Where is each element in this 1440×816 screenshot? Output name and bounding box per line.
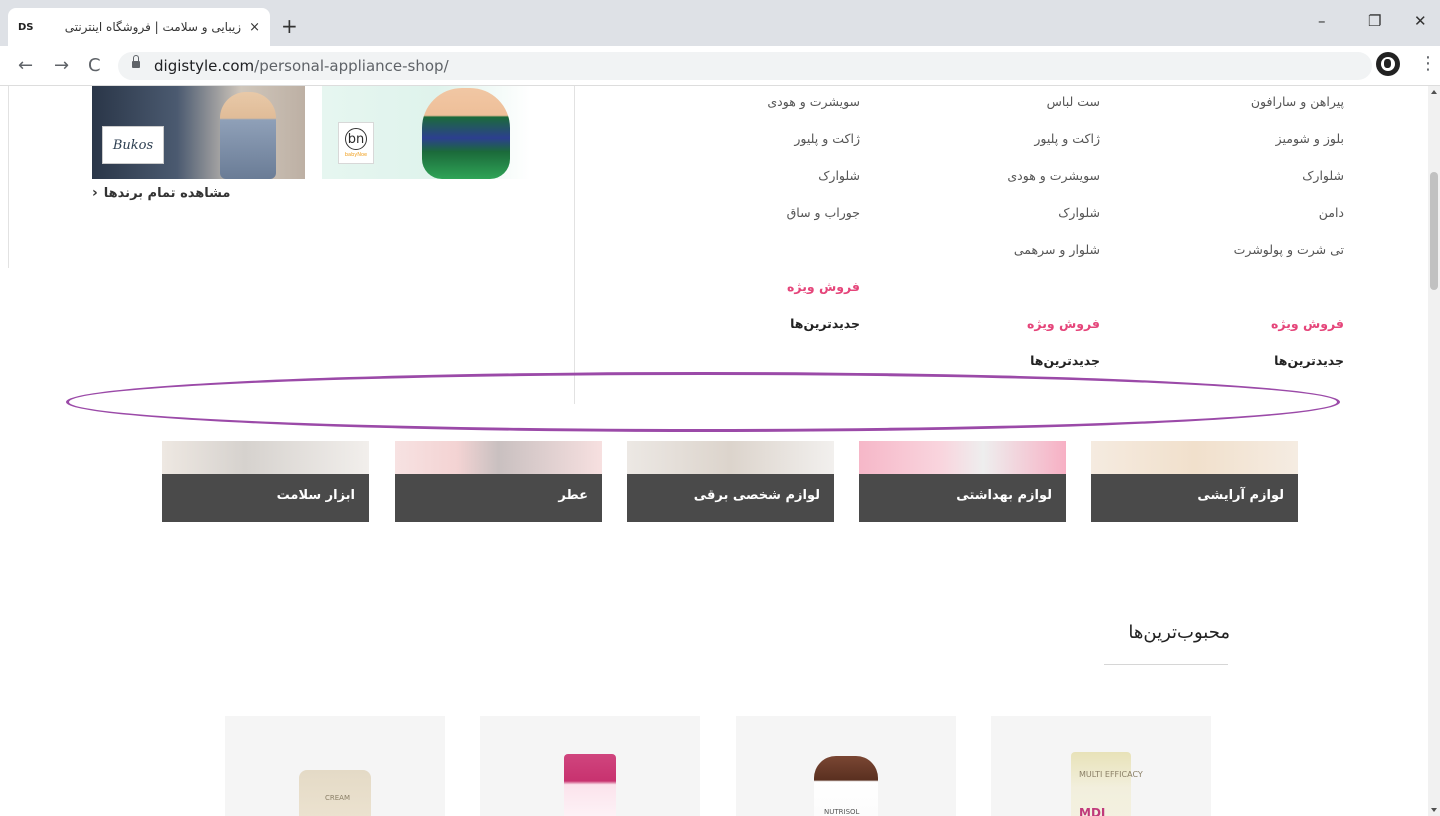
product-image-brand: MDI (1079, 806, 1106, 816)
product-card[interactable] (480, 716, 700, 816)
menu-item-sale[interactable]: فروش ویژه (1164, 314, 1344, 351)
mega-menu: Bukos bn babyNoe مشاهده تمام برندها ‹ پی… (0, 86, 1428, 406)
minimize-icon[interactable]: – (1318, 12, 1326, 30)
product-image-brand: NUTRISOL (824, 808, 860, 816)
menu-item-sale[interactable]: فروش ویژه (920, 314, 1100, 351)
browser-tab[interactable]: DS زیبایی و سلامت | فروشگاه اینترنتی × (8, 8, 270, 46)
product-image (299, 770, 371, 816)
menu-item[interactable]: دامن (1164, 203, 1344, 240)
forward-arrow-icon[interactable]: → (54, 55, 69, 76)
new-tab-icon[interactable]: + (281, 14, 298, 38)
menu-item[interactable]: ژاکت و پلیور (920, 129, 1100, 166)
product-image-brand: CREAM (325, 794, 351, 802)
scrollbar-thumb[interactable] (1430, 172, 1438, 290)
product-image (564, 754, 616, 816)
menu-left-border (8, 86, 9, 268)
menu-column: سویشرت و هودی ژاکت و پلیور شلوارک جوراب … (680, 92, 860, 351)
menu-item[interactable]: جوراب و ساق (680, 203, 860, 240)
browser-menu-icon[interactable]: ⋮ (1419, 53, 1437, 74)
browser-tab-strip: DS زیبایی و سلامت | فروشگاه اینترنتی × +… (0, 0, 1440, 46)
window-close-icon[interactable]: ✕ (1414, 12, 1427, 30)
restore-icon[interactable]: ❐ (1368, 12, 1381, 30)
category-image (859, 441, 1066, 474)
category-label: عطر (395, 474, 602, 522)
banner-photo (220, 92, 276, 179)
product-card[interactable]: NUTRISOL (736, 716, 956, 816)
bukos-logo: Bukos (102, 126, 164, 164)
category-tile[interactable]: عطر (395, 441, 602, 522)
bn-logo: bn babyNoe (338, 122, 374, 164)
menu-item-newest[interactable]: جدیدترین‌ها (920, 351, 1100, 388)
brand-banner-bukos[interactable]: Bukos (92, 86, 305, 179)
brand-banner-bn[interactable]: bn babyNoe (322, 86, 530, 179)
chevron-left-icon: ‹ (92, 185, 98, 201)
scroll-down-icon[interactable] (1431, 808, 1437, 812)
category-tile[interactable]: لوازم شخصی برقی (627, 441, 834, 522)
all-brands-link[interactable]: مشاهده تمام برندها ‹ (92, 185, 230, 201)
menu-spacer (1164, 277, 1344, 314)
product-image-text: MULTI EFFICACY (1079, 770, 1143, 779)
page-scrollbar[interactable] (1428, 86, 1440, 816)
category-image (162, 441, 369, 474)
menu-item[interactable]: پیراهن و سارافون (1164, 92, 1344, 129)
category-tile[interactable]: لوازم آرایشی (1091, 441, 1298, 522)
menu-item-newest[interactable]: جدیدترین‌ها (680, 314, 860, 351)
menu-divider (574, 86, 575, 404)
menu-item[interactable]: شلوارک (1164, 166, 1344, 203)
profile-avatar-icon[interactable] (1376, 52, 1400, 76)
category-tile[interactable]: ابزار سلامت (162, 441, 369, 522)
category-image (627, 441, 834, 474)
url-text: digistyle.com/personal-appliance-shop/ (154, 57, 449, 75)
tab-title: زیبایی و سلامت | فروشگاه اینترنتی (64, 20, 242, 34)
section-title: محبوب‌ترین‌ها (1128, 622, 1230, 643)
menu-item[interactable]: ژاکت و پلیور (680, 129, 860, 166)
reload-icon[interactable]: C (88, 55, 101, 76)
scroll-up-icon[interactable] (1431, 90, 1437, 94)
menu-item-newest[interactable]: جدیدترین‌ها (1164, 351, 1344, 388)
menu-item[interactable]: شلوارک (680, 166, 860, 203)
menu-item-sale[interactable]: فروش ویژه (680, 277, 860, 314)
menu-item[interactable]: سویشرت و هودی (680, 92, 860, 129)
menu-item[interactable]: بلوز و شومیز (1164, 129, 1344, 166)
product-image (814, 756, 878, 816)
menu-column: پیراهن و سارافون بلوز و شومیز شلوارک دام… (1164, 92, 1344, 388)
close-tab-icon[interactable]: × (249, 20, 260, 35)
menu-item[interactable]: شلوارک (920, 203, 1100, 240)
category-label: ابزار سلامت (162, 474, 369, 522)
menu-column: ست لباس ژاکت و پلیور سویشرت و هودی شلوار… (920, 92, 1100, 388)
url-field[interactable]: digistyle.com/personal-appliance-shop/ ☆ (118, 52, 1372, 80)
address-bar-row: ← → C digistyle.com/personal-appliance-s… (0, 46, 1440, 86)
product-card[interactable]: MULTI EFFICACY MDI (991, 716, 1211, 816)
back-arrow-icon[interactable]: ← (18, 55, 33, 76)
menu-spacer (680, 240, 860, 277)
menu-item[interactable]: سویشرت و هودی (920, 166, 1100, 203)
category-label: لوازم شخصی برقی (627, 474, 834, 522)
category-image (1091, 441, 1298, 474)
category-tile[interactable]: لوازم بهداشتی (859, 441, 1066, 522)
section-underline (1104, 664, 1228, 665)
menu-item[interactable]: ست لباس (920, 92, 1100, 129)
category-image (395, 441, 602, 474)
lock-icon[interactable] (132, 55, 140, 69)
menu-item[interactable]: تی شرت و پولوشرت (1164, 240, 1344, 277)
category-label: لوازم بهداشتی (859, 474, 1066, 522)
menu-item[interactable]: شلوار و سرهمی (920, 240, 1100, 277)
menu-spacer (920, 277, 1100, 314)
product-card[interactable]: CREAM (225, 716, 445, 816)
category-label: لوازم آرایشی (1091, 474, 1298, 522)
page-content: Bukos bn babyNoe مشاهده تمام برندها ‹ پی… (0, 86, 1428, 816)
site-favicon: DS (18, 21, 34, 33)
banner-photo (422, 88, 510, 179)
